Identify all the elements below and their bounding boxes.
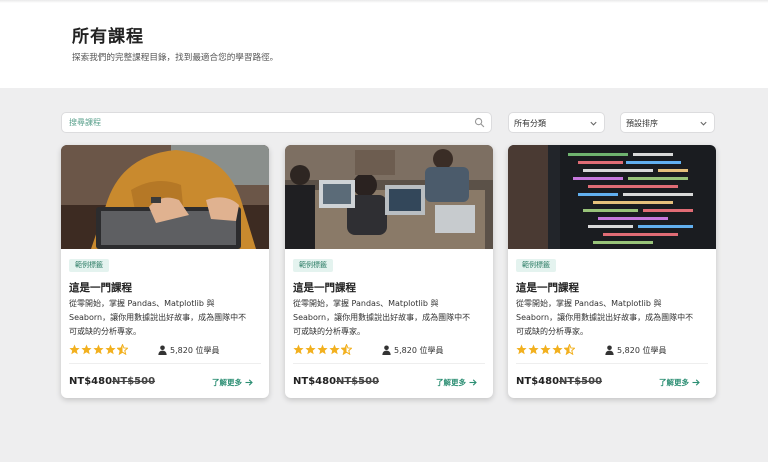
sort-select[interactable]: 預設排序 — [620, 112, 715, 133]
course-description-line: Seaborn，讓你用數據說出好故事，成為團隊中不 — [293, 313, 471, 322]
star-icon — [93, 344, 104, 355]
arrow-right-icon — [692, 379, 700, 386]
learn-more-label: 了解更多 — [212, 378, 242, 387]
card-divider — [516, 363, 708, 364]
course-description-line: 可或缺的分析專家。 — [293, 327, 365, 336]
learn-more-label: 了解更多 — [436, 378, 466, 387]
course-original-price: NT$500 — [559, 376, 603, 387]
course-description-line: 從零開始，掌握 Pandas、Matplotlib 與 — [69, 299, 215, 308]
category-select-value: 所有分類 — [514, 119, 546, 128]
arrow-right-icon — [469, 379, 477, 386]
course-original-price: NT$500 — [112, 376, 156, 387]
chevron-down-icon — [590, 121, 597, 126]
course-description-line: 可或缺的分析專家。 — [516, 327, 588, 336]
course-tag: 範例標籤 — [293, 259, 333, 272]
star-icon — [105, 344, 116, 355]
chevron-down-icon — [700, 121, 707, 126]
star-icon — [305, 344, 316, 355]
arrow-right-icon — [245, 379, 253, 386]
course-image-team-laptops[interactable] — [285, 145, 493, 249]
course-card[interactable]: 範例標籤 這是一門課程 從零開始，掌握 Pandas、Matplotlib 與 … — [508, 145, 716, 398]
user-icon — [382, 345, 391, 355]
category-select[interactable]: 所有分類 — [508, 112, 605, 133]
course-price: NT$480 — [69, 376, 113, 387]
course-price: NT$480 — [293, 376, 337, 387]
user-icon — [605, 345, 614, 355]
course-price: NT$480 — [516, 376, 560, 387]
star-icon — [81, 344, 92, 355]
course-description-line: Seaborn，讓你用數據說出好故事，成為團隊中不 — [516, 313, 694, 322]
course-card[interactable]: 範例標籤 這是一門課程 從零開始，掌握 Pandas、Matplotlib 與 … — [61, 145, 269, 398]
student-count: 5,820 位學員 — [394, 346, 444, 355]
search-icon[interactable] — [474, 117, 485, 128]
learn-more-link[interactable]: 了解更多 — [212, 377, 253, 388]
half-star-icon — [564, 344, 575, 355]
page-subtitle: 探索我們的完整課程目錄，找到最適合您的學習路徑。 — [72, 53, 279, 63]
course-card[interactable]: 範例標籤 這是一門課程 從零開始，掌握 Pandas、Matplotlib 與 … — [285, 145, 493, 398]
course-title[interactable]: 這是一門課程 — [293, 280, 356, 295]
course-description-line: 從零開始，掌握 Pandas、Matplotlib 與 — [293, 299, 439, 308]
star-icon — [329, 344, 340, 355]
learn-more-link[interactable]: 了解更多 — [436, 377, 477, 388]
course-description-line: 可或缺的分析專家。 — [69, 327, 141, 336]
course-description: 從零開始，掌握 Pandas、Matplotlib 與 Seaborn，讓你用數… — [516, 297, 708, 339]
star-icon — [516, 344, 527, 355]
star-icon — [540, 344, 551, 355]
page-header: 所有課程 探索我們的完整課程目錄，找到最適合您的學習路徑。 — [0, 0, 768, 88]
course-image-laptop-typing[interactable] — [61, 145, 269, 249]
star-icon — [552, 344, 563, 355]
course-description-line: Seaborn，讓你用數據說出好故事，成為團隊中不 — [69, 313, 247, 322]
student-count: 5,820 位學員 — [617, 346, 667, 355]
course-original-price: NT$500 — [336, 376, 380, 387]
half-star-icon — [341, 344, 352, 355]
course-title[interactable]: 這是一門課程 — [516, 280, 579, 295]
search-box[interactable] — [61, 112, 492, 133]
learn-more-label: 了解更多 — [659, 378, 689, 387]
star-icon — [528, 344, 539, 355]
course-description: 從零開始，掌握 Pandas、Matplotlib 與 Seaborn，讓你用數… — [293, 297, 485, 339]
header-top-shadow — [0, 0, 768, 3]
course-description-line: 從零開始，掌握 Pandas、Matplotlib 與 — [516, 299, 662, 308]
search-input[interactable] — [62, 113, 462, 132]
course-title[interactable]: 這是一門課程 — [69, 280, 132, 295]
star-icon — [69, 344, 80, 355]
page-title: 所有課程 — [72, 27, 144, 47]
student-count: 5,820 位學員 — [170, 346, 220, 355]
card-divider — [293, 363, 485, 364]
sort-select-value: 預設排序 — [626, 119, 658, 128]
course-tag: 範例標籤 — [516, 259, 556, 272]
half-star-icon — [117, 344, 128, 355]
course-tag: 範例標籤 — [69, 259, 109, 272]
course-image-code-screen[interactable] — [508, 145, 716, 249]
user-icon — [158, 345, 167, 355]
learn-more-link[interactable]: 了解更多 — [659, 377, 700, 388]
course-description: 從零開始，掌握 Pandas、Matplotlib 與 Seaborn，讓你用數… — [69, 297, 261, 339]
card-divider — [69, 363, 261, 364]
star-icon — [293, 344, 304, 355]
star-icon — [317, 344, 328, 355]
